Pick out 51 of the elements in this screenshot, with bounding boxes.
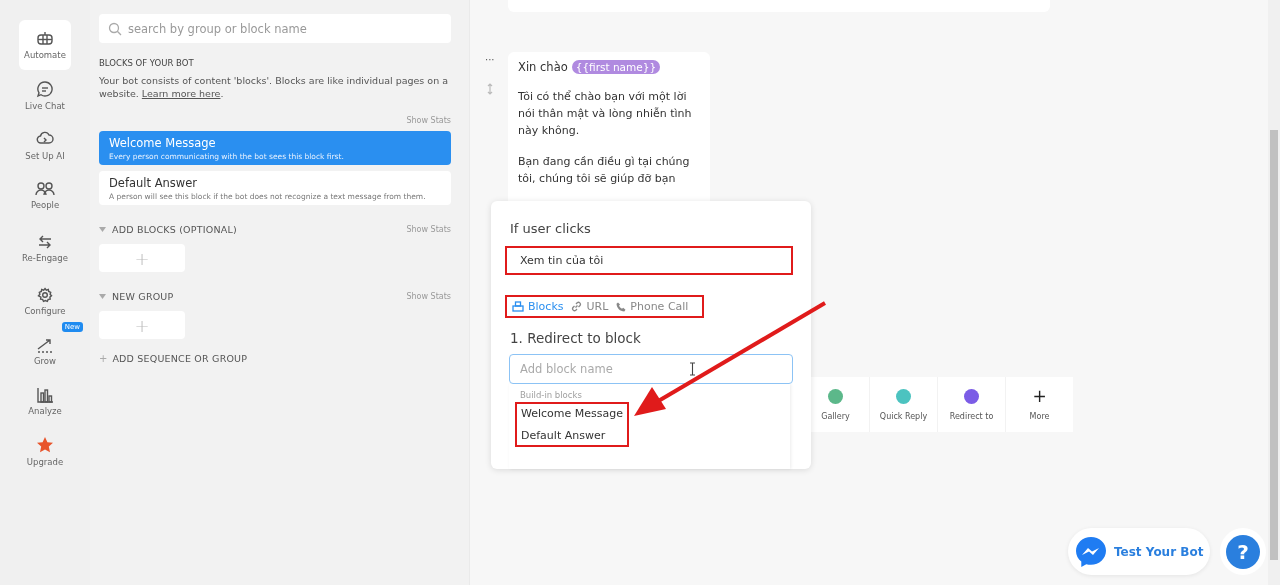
dropdown-option[interactable]: Default Answer [521, 429, 624, 442]
block-name-field[interactable]: Add block name [509, 354, 793, 384]
message-text: Bạn đang cần điều gì tại chúng tôi, chúng tôi sẽ giúp đỡ bạn [518, 154, 691, 187]
test-bot-button[interactable]: Test Your Bot [1068, 528, 1210, 575]
message-text: Xin chào [518, 60, 568, 74]
link-icon [571, 301, 583, 312]
caret-icon[interactable] [99, 294, 106, 299]
settings-icon [37, 286, 53, 303]
toolbar-button[interactable]: Redirect to [938, 377, 1005, 432]
dropdown-option[interactable]: Welcome Message [521, 407, 624, 420]
nav-item[interactable]: Live Chat [19, 70, 71, 120]
bar-chart-icon [36, 386, 54, 403]
more-icon[interactable]: ··· [485, 54, 495, 65]
dropdown-section-label: Build-in blocks [519, 390, 583, 400]
nav-item[interactable]: Analyze [19, 376, 71, 426]
star-icon [36, 435, 54, 454]
group-title: ADD BLOCKS (OPTIONAL) [112, 224, 237, 235]
popup-title: If user clicks [509, 221, 592, 236]
robot-icon [36, 30, 54, 47]
group-title: NEW GROUP [112, 291, 174, 302]
nav-item[interactable]: Re-Engage [19, 220, 71, 276]
trend-icon [36, 336, 54, 353]
people-icon [35, 180, 55, 197]
button-title-field[interactable]: Xem tin của tôi [505, 246, 793, 275]
toolbar-button[interactable]: + More [1006, 377, 1073, 432]
toolbar-button[interactable]: Quick Reply [870, 377, 937, 432]
nav-item[interactable]: Upgrade [19, 426, 71, 476]
message-text: Tôi có thể chào bạn với một lời nói thân mật và lòng nhiễn tình này không. [518, 89, 693, 139]
variable-chip: {{first name}} [571, 60, 661, 74]
description-text: Your bot consists of content 'blocks'. Blocks are like individual pages on a website. Learn more here. [99, 74, 449, 100]
help-button[interactable]: ? [1226, 534, 1260, 569]
chat-icon [36, 79, 54, 98]
tab[interactable]: Blocks [512, 300, 564, 313]
nav-item[interactable]: Automate [19, 20, 71, 70]
nav-item[interactable]: Set Up AI [19, 120, 71, 170]
messenger-icon [1074, 534, 1108, 569]
section-heading: BLOCKS OF YOUR BOT [99, 58, 195, 68]
arrows-icon [37, 233, 53, 250]
drag-handle-icon[interactable] [487, 83, 493, 95]
phone-icon [616, 301, 627, 312]
plus-icon: + [1032, 388, 1047, 404]
nav-item[interactable]: People [19, 170, 71, 220]
blocks-icon [512, 301, 524, 312]
scrollbar-drawing[interactable] [1268, 0, 1280, 585]
step-heading: 1. Redirect to block [509, 330, 642, 346]
tab[interactable]: Phone Call [616, 300, 689, 313]
search-field[interactable]: search by group or block name [99, 14, 451, 43]
caret-icon[interactable] [99, 227, 106, 232]
tab[interactable]: URL [571, 300, 609, 313]
add-sequence-link[interactable]: ADD SEQUENCE OR GROUP [112, 353, 248, 364]
text-cursor-icon [689, 362, 696, 376]
